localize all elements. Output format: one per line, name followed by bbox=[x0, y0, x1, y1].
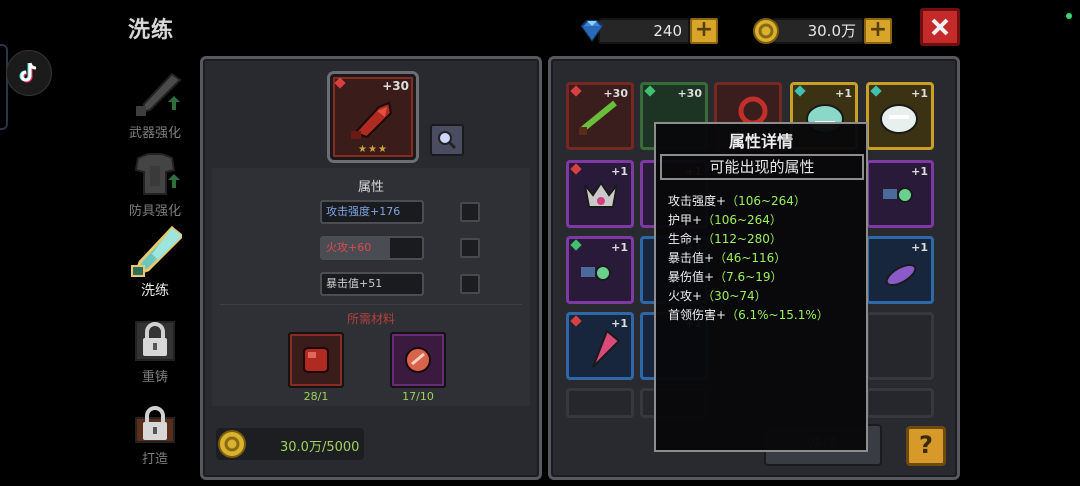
nav-forge[interactable]: 打造 bbox=[118, 398, 192, 468]
green-orb-icon bbox=[883, 187, 913, 203]
attribute-name: 首领伤害+ bbox=[668, 308, 727, 322]
lock-attribute-checkbox[interactable] bbox=[460, 238, 480, 258]
attribute-range: （106~264） bbox=[702, 213, 782, 227]
reforge-stone-icon bbox=[405, 347, 431, 373]
divider bbox=[220, 304, 522, 305]
attribute-name: 火攻+ bbox=[668, 289, 703, 303]
empty-slot[interactable] bbox=[866, 312, 934, 380]
diamond-count: 240 bbox=[653, 22, 682, 40]
crown-icon bbox=[584, 181, 618, 208]
diamond-icon bbox=[578, 18, 606, 44]
locked-forge-icon bbox=[128, 398, 182, 446]
possible-attribute-line: 火攻+（30~74） bbox=[668, 287, 767, 304]
attribute-name: 暴伤值+ bbox=[668, 270, 715, 284]
possible-attribute-line: 暴伤值+（7.6~19） bbox=[668, 268, 782, 285]
lock-attribute-checkbox[interactable] bbox=[460, 202, 480, 222]
inventory-slot[interactable]: +30 bbox=[566, 82, 634, 150]
empty-slot[interactable] bbox=[866, 388, 934, 418]
attribute-range: （7.6~19） bbox=[714, 270, 783, 284]
nav-armor-upgrade-label: 防具强化 bbox=[128, 204, 181, 219]
tiktok-icon[interactable] bbox=[6, 50, 52, 96]
white-beast-icon bbox=[880, 104, 918, 134]
reforge-sword-icon bbox=[128, 226, 182, 278]
emerald-gem-icon bbox=[644, 85, 656, 97]
close-button[interactable] bbox=[920, 8, 960, 46]
inventory-slot[interactable]: +1 bbox=[566, 312, 634, 380]
green-blade-icon bbox=[579, 100, 617, 135]
possible-attribute-line: 攻击强度+（106~264） bbox=[668, 192, 806, 209]
attribute-name: 暴击值+ bbox=[668, 251, 715, 265]
inventory-slot[interactable]: +1 bbox=[866, 160, 934, 228]
purple-fish-icon bbox=[885, 263, 917, 287]
red-ore-icon bbox=[303, 347, 329, 373]
materials-header: 所需材料 bbox=[346, 312, 395, 326]
sword-upgrade-icon bbox=[128, 72, 182, 120]
side-overlay-edge bbox=[0, 44, 8, 130]
nav-reforge[interactable]: 洗练 bbox=[118, 226, 192, 300]
possible-attribute-line: 生命+（112~280） bbox=[668, 230, 782, 247]
nav-armor-upgrade[interactable]: 防具强化 bbox=[118, 150, 192, 220]
help-button[interactable]: ? bbox=[906, 426, 946, 466]
attribute-range: （106~264） bbox=[726, 194, 806, 208]
inspect-button[interactable] bbox=[430, 124, 464, 156]
gold-coin-icon bbox=[216, 428, 248, 460]
possible-attribute-line: 护甲+（106~264） bbox=[668, 211, 782, 228]
material-count: 17/10 bbox=[402, 390, 434, 403]
gold-coin-icon bbox=[752, 17, 780, 45]
inventory-slot[interactable]: +1 bbox=[566, 160, 634, 228]
close-icon bbox=[931, 18, 949, 36]
attribute-range: （30~74） bbox=[702, 289, 767, 303]
attribute-range: （112~280） bbox=[702, 232, 782, 246]
status-dot bbox=[1066, 13, 1072, 19]
gold-bar: 30.0万 bbox=[772, 18, 864, 44]
lock-attribute-checkbox[interactable] bbox=[460, 274, 480, 294]
attribute-name: 生命+ bbox=[668, 232, 703, 246]
possible-attribute-line: 暴击值+（46~116） bbox=[668, 249, 786, 266]
nav-recast[interactable]: 重铸 bbox=[118, 316, 192, 386]
green-orb-icon bbox=[581, 265, 611, 281]
material-slot[interactable] bbox=[288, 332, 344, 388]
equipped-item-slot[interactable]: +30 ★★★ bbox=[330, 74, 416, 160]
nav-weapon-upgrade[interactable]: 武器强化 bbox=[118, 72, 192, 142]
add-gold-button[interactable]: + bbox=[864, 18, 892, 44]
attribute-name: 护甲+ bbox=[668, 213, 703, 227]
popup-title: 属性详情 bbox=[728, 132, 793, 151]
armor-upgrade-icon bbox=[128, 150, 182, 198]
pink-cone-icon bbox=[592, 329, 621, 368]
magnifier-icon bbox=[438, 131, 457, 150]
diamond-bar: 240 bbox=[598, 18, 690, 44]
empty-slot[interactable] bbox=[566, 388, 634, 418]
add-diamond-button[interactable]: + bbox=[690, 18, 718, 44]
attribute-row: 火攻+60 bbox=[320, 236, 424, 260]
page-title: 洗练 bbox=[128, 18, 175, 43]
possible-attribute-line: 首领伤害+（6.1%~15.1%） bbox=[668, 306, 829, 323]
nav-weapon-upgrade-label: 武器强化 bbox=[128, 126, 181, 141]
item-stars: ★★★ bbox=[358, 144, 388, 155]
attribute-row: 攻击强度+176 bbox=[320, 200, 424, 224]
nav-recast-label: 重铸 bbox=[141, 370, 168, 385]
inventory-slot[interactable]: +1 bbox=[866, 82, 934, 150]
locked-recast-icon bbox=[128, 316, 182, 364]
item-level: +30 bbox=[677, 87, 702, 100]
attributes-header: 属性 bbox=[357, 180, 384, 195]
inventory-slot[interactable]: +1 bbox=[866, 236, 934, 304]
material-slot[interactable] bbox=[390, 332, 446, 388]
material-count: 28/1 bbox=[303, 390, 329, 403]
inventory-slot[interactable]: +1 bbox=[566, 236, 634, 304]
gold-cost: 30.0万/5000 bbox=[280, 440, 360, 455]
popup-subtitle: 可能出现的属性 bbox=[660, 154, 864, 180]
attribute-range: （6.1%~15.1%） bbox=[726, 308, 829, 322]
nav-forge-label: 打造 bbox=[141, 452, 168, 467]
gold-count: 30.0万 bbox=[807, 22, 856, 40]
attribute-name: 攻击强度+ bbox=[668, 194, 727, 208]
attribute-row: 暴击值+51 bbox=[320, 272, 424, 296]
nav-reforge-label: 洗练 bbox=[141, 283, 169, 299]
attribute-range: （46~116） bbox=[714, 251, 787, 265]
